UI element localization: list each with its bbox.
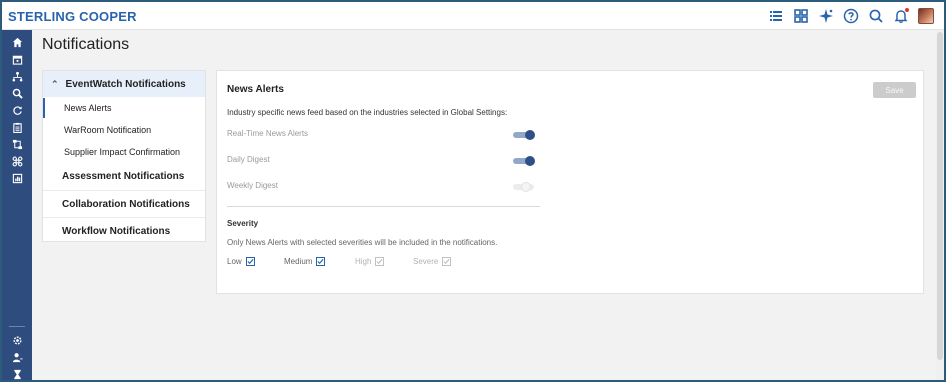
user-avatar[interactable]: [918, 8, 934, 24]
option-label-realtime: Real-Time News Alerts: [227, 129, 309, 138]
scroll-thumb[interactable]: [937, 32, 943, 360]
user-icon[interactable]: [2, 349, 32, 365]
top-icon-group: [768, 6, 934, 26]
severity-severe-checkbox[interactable]: [442, 257, 452, 266]
nav-group-eventwatch[interactable]: ⌃ EventWatch Notifications: [43, 71, 205, 97]
network-icon[interactable]: [2, 68, 32, 84]
settings-icon[interactable]: [2, 332, 32, 348]
search-icon[interactable]: [2, 85, 32, 101]
refresh-icon[interactable]: [2, 102, 32, 118]
severity-severe[interactable]: Severe: [413, 257, 452, 266]
severity-low[interactable]: Low: [227, 257, 255, 266]
help-icon[interactable]: [843, 8, 859, 24]
nav-group-label: EventWatch Notifications: [65, 78, 186, 90]
grid-icon[interactable]: [793, 8, 809, 24]
scrollbar[interactable]: [936, 30, 944, 380]
severity-high[interactable]: High: [355, 257, 385, 266]
daily-digest-toggle[interactable]: [513, 156, 535, 166]
sidebar: [2, 30, 32, 380]
nav-item-assessment[interactable]: Assessment Notifications: [43, 163, 205, 190]
news-alerts-card: News Alerts Save Industry specific news …: [216, 70, 924, 294]
severity-severe-label: Severe: [413, 257, 439, 266]
sidebar-divider: [9, 326, 25, 327]
severity-medium-label: Medium: [284, 257, 313, 266]
hourglass-icon[interactable]: [2, 366, 32, 380]
chevron-up-icon[interactable]: ⌃: [51, 79, 59, 90]
nav-item-workflow[interactable]: Workflow Notifications: [43, 217, 205, 244]
page-title: Notifications: [42, 36, 130, 53]
clipboard-icon[interactable]: [2, 119, 32, 135]
option-label-weekly: Weekly Digest: [227, 181, 278, 190]
card-title: News Alerts: [227, 84, 284, 95]
nav-item-collaboration[interactable]: Collaboration Notifications: [43, 190, 205, 217]
command-icon[interactable]: [2, 153, 32, 169]
nav-item-warroom[interactable]: WarRoom Notification: [43, 119, 205, 141]
notification-nav: ⌃ EventWatch Notifications News Alerts W…: [42, 70, 206, 242]
weekly-digest-toggle[interactable]: [513, 182, 535, 192]
bell-icon[interactable]: [893, 8, 909, 24]
search-icon[interactable]: [868, 8, 884, 24]
severity-high-label: High: [355, 257, 372, 266]
top-bar: STERLING COOPER: [2, 2, 944, 30]
severity-high-checkbox[interactable]: [375, 257, 385, 266]
report-icon[interactable]: [2, 170, 32, 186]
news-feed-description: Industry specific news feed based on the…: [227, 108, 508, 117]
section-divider: [227, 206, 540, 207]
severity-title: Severity: [227, 219, 259, 228]
brand-logo: STERLING COOPER: [8, 9, 137, 24]
severity-low-checkbox[interactable]: [245, 257, 255, 266]
option-label-daily: Daily Digest: [227, 155, 270, 164]
calendar-icon[interactable]: [2, 51, 32, 67]
realtime-toggle[interactable]: [513, 130, 535, 140]
severity-low-label: Low: [227, 257, 242, 266]
list-icon[interactable]: [768, 8, 784, 24]
sparkle-icon[interactable]: [818, 8, 834, 24]
severity-description: Only News Alerts with selected severitie…: [227, 238, 498, 247]
workflow-icon[interactable]: [2, 136, 32, 152]
nav-item-supplier-impact[interactable]: Supplier Impact Confirmation: [43, 141, 205, 163]
app-window: STERLING COOPER Notifications ⌃ EventWat…: [0, 0, 946, 382]
severity-medium-checkbox[interactable]: [316, 257, 326, 266]
home-icon[interactable]: [2, 34, 32, 50]
save-button[interactable]: Save: [873, 82, 916, 98]
severity-medium[interactable]: Medium: [284, 257, 326, 266]
nav-item-news-alerts[interactable]: News Alerts: [43, 97, 205, 119]
